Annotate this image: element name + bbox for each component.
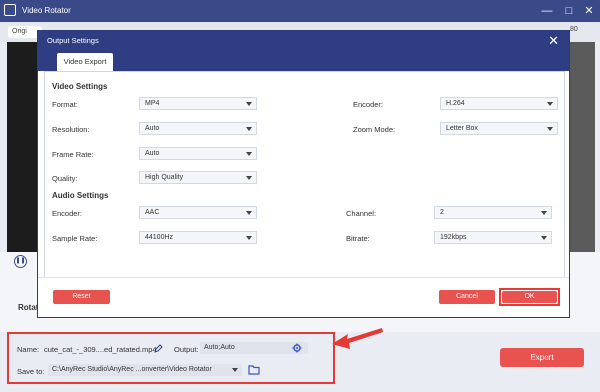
- ok-button[interactable]: OK: [502, 291, 557, 303]
- close-icon[interactable]: ✕: [582, 4, 596, 18]
- footer-divider: [38, 277, 569, 278]
- encoder-select[interactable]: H.264: [440, 97, 558, 110]
- encoder-label: Encoder:: [353, 100, 384, 109]
- format-select[interactable]: MP4: [139, 97, 257, 110]
- save-path-value: C:\AnyRec Studio\AnyRec ...onverter\Vide…: [52, 366, 212, 373]
- dropdown-caret-icon: [246, 102, 252, 106]
- save-path-select[interactable]: C:\AnyRec Studio\AnyRec ...onverter\Vide…: [48, 364, 242, 376]
- zoom-mode-select[interactable]: Letter Box: [440, 122, 558, 135]
- pause-icon[interactable]: ❚❚: [14, 255, 27, 268]
- minimize-icon[interactable]: —: [540, 4, 554, 18]
- app-title: Video Rotator: [22, 6, 71, 15]
- export-button[interactable]: Export: [500, 348, 584, 367]
- dropdown-caret-icon: [232, 368, 238, 372]
- save-to-label: Save to:: [17, 367, 45, 376]
- file-name: cute_cat_-_309....ed_ratated.mp4: [44, 345, 157, 354]
- close-icon[interactable]: ✕: [548, 33, 559, 49]
- bitrate-label: Bitrate:: [346, 234, 370, 243]
- zoom-mode-value: Letter Box: [446, 125, 478, 132]
- resolution-label: Resolution:: [52, 125, 90, 134]
- output-value: Auto;Auto: [204, 344, 235, 351]
- sample-rate-select[interactable]: 44100Hz: [139, 231, 257, 244]
- resolution-select[interactable]: Auto: [139, 122, 257, 135]
- dropdown-caret-icon: [541, 236, 547, 240]
- video-settings-heading: Video Settings: [52, 82, 108, 91]
- reset-button[interactable]: Reset: [53, 290, 110, 304]
- preview-right-frame: [570, 42, 595, 252]
- bitrate-value: 192kbps: [440, 234, 467, 241]
- dialog-header: Output Settings ✕ Video Export: [38, 31, 569, 71]
- highlight-box-output: [7, 332, 335, 384]
- arrow-annotation: [332, 328, 383, 349]
- dialog-title: Output Settings: [47, 36, 99, 45]
- bitrate-select[interactable]: 192kbps: [434, 231, 552, 244]
- dropdown-caret-icon: [246, 127, 252, 131]
- quality-label: Quality:: [52, 174, 78, 183]
- rotation-label: Rotat: [18, 303, 39, 312]
- channel-label: Channel:: [346, 209, 377, 218]
- dropdown-caret-icon: [541, 211, 547, 215]
- frame-rate-value: Auto: [145, 150, 160, 157]
- audio-encoder-label: Encoder:: [52, 209, 83, 218]
- maximize-icon[interactable]: □: [562, 4, 576, 18]
- encoder-value: H.264: [446, 100, 465, 107]
- audio-encoder-value: AAC: [145, 209, 160, 216]
- quality-value: High Quality: [145, 174, 184, 181]
- output-label: Output:: [174, 345, 199, 354]
- channel-select[interactable]: 2: [434, 206, 552, 219]
- dropdown-caret-icon: [246, 152, 252, 156]
- dropdown-caret-icon: [547, 102, 553, 106]
- audio-settings-heading: Audio Settings: [52, 191, 109, 200]
- quality-select[interactable]: High Quality: [139, 171, 257, 184]
- frame-rate-select[interactable]: Auto: [139, 147, 257, 160]
- cancel-button[interactable]: Cancel: [439, 290, 495, 304]
- edit-icon[interactable]: [154, 344, 163, 353]
- resolution-value: Auto: [145, 125, 160, 132]
- format-label: Format:: [52, 100, 78, 109]
- sample-rate-label: Sample Rate:: [52, 234, 98, 243]
- sample-rate-value: 44100Hz: [145, 234, 174, 241]
- dropdown-caret-icon: [547, 127, 553, 131]
- dropdown-caret-icon: [246, 176, 252, 180]
- app-icon: [4, 4, 16, 16]
- dropdown-caret-icon: [246, 211, 252, 215]
- channel-value: 2: [440, 209, 444, 216]
- folder-icon[interactable]: [248, 364, 260, 375]
- title-bar: Video Rotator — □ ✕: [0, 0, 600, 22]
- name-label: Name:: [17, 345, 40, 354]
- frame-rate-label: Frame Rate:: [52, 150, 94, 159]
- gear-icon[interactable]: [292, 343, 302, 353]
- tab-video-export[interactable]: Video Export: [57, 53, 113, 71]
- audio-encoder-select[interactable]: AAC: [139, 206, 257, 219]
- dropdown-caret-icon: [246, 236, 252, 240]
- tab-output-partial: 80: [570, 26, 578, 33]
- format-value: MP4: [145, 100, 160, 107]
- output-settings-dialog: Output Settings ✕ Video Export Video Set…: [37, 30, 570, 318]
- zoom-mode-label: Zoom Mode:: [353, 125, 396, 134]
